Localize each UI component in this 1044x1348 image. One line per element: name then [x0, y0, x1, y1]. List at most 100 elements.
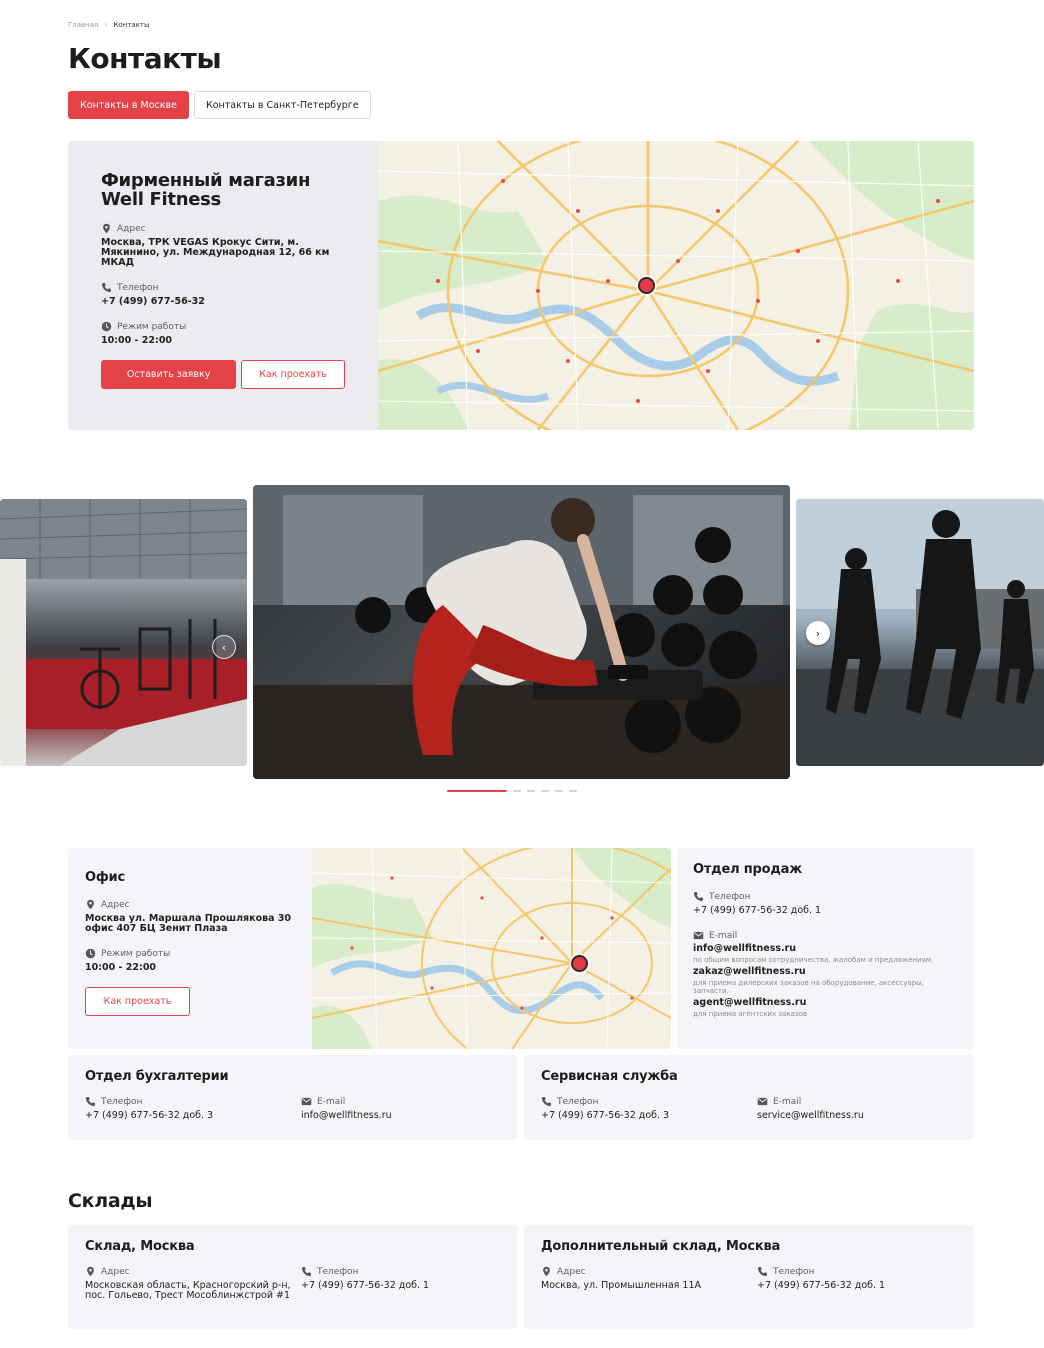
service-details: Телефон +7 (499) 677-56-32 доб. 3 E-mail…: [541, 1096, 957, 1121]
accounting-email-label: E-mail: [317, 1096, 346, 1107]
location-pin-icon: [85, 1266, 96, 1277]
location-pin-icon: [541, 1266, 552, 1277]
gallery-dot-5[interactable]: [555, 790, 563, 792]
gallery-slide-next[interactable]: ›: [796, 499, 1044, 766]
warehouse-extra-phone-label: Телефон: [773, 1266, 815, 1277]
warehouse-extra-card: Дополнительный склад, Москва Адрес Москв…: [524, 1225, 974, 1329]
service-email[interactable]: service@wellfitness.ru: [757, 1111, 864, 1121]
gallery-dot-1[interactable]: [447, 790, 507, 792]
service-phone-block: Телефон +7 (499) 677-56-32 доб. 3: [541, 1096, 757, 1121]
store-address-label: Адрес: [117, 223, 146, 234]
warehouse-main-phone[interactable]: +7 (499) 677-56-32 доб. 1: [301, 1281, 429, 1291]
accounting-phone-label-row: Телефон: [85, 1096, 301, 1107]
phone-icon: [301, 1266, 312, 1277]
request-button[interactable]: Оставить заявку: [101, 360, 237, 389]
warehouse-extra-details: Адрес Москва, ул. Промышленная 11А Телеф…: [541, 1266, 957, 1291]
showroom-illustration: [0, 499, 247, 766]
store-hours-label-row: Режим работы: [101, 321, 345, 332]
store-map[interactable]: [378, 141, 974, 430]
gallery-next-button[interactable]: ›: [806, 621, 830, 645]
clock-icon: [101, 321, 112, 332]
outdoor-training-illustration: [796, 499, 1044, 766]
breadcrumb-current: Контакты: [113, 20, 150, 29]
store-phone-label-row: Телефон: [101, 282, 345, 293]
gallery-slide-active[interactable]: [253, 485, 790, 779]
office-info: Офис Адрес Москва ул. Маршала Прошлякова…: [68, 848, 312, 1049]
sales-phone[interactable]: +7 (499) 677-56-32 доб. 1: [693, 906, 958, 916]
gallery-prev-button[interactable]: ‹: [212, 635, 236, 659]
tab-saint-petersburg[interactable]: Контакты в Санкт-Петербурге: [193, 91, 371, 119]
mail-icon: [693, 930, 704, 941]
gallery-dot-6[interactable]: [569, 790, 577, 792]
warehouse-main-details: Адрес Московская область, Красногорский …: [85, 1266, 501, 1301]
service-email-label: E-mail: [773, 1096, 802, 1107]
breadcrumb-home[interactable]: Главная: [68, 21, 98, 29]
photo-gallery: ‹ ›: [0, 485, 1044, 792]
warehouse-main-phone-block: Телефон +7 (499) 677-56-32 доб. 1: [301, 1266, 429, 1301]
warehouse-extra-address-label: Адрес: [557, 1266, 586, 1277]
office-hours-label-row: Режим работы: [85, 948, 295, 959]
service-email-label-row: E-mail: [757, 1096, 864, 1107]
accounting-email-label-row: E-mail: [301, 1096, 392, 1107]
phone-icon: [757, 1266, 768, 1277]
map-background: [312, 848, 671, 1049]
route-button[interactable]: Как проехать: [241, 360, 345, 389]
warehouse-main-address-label: Адрес: [101, 1266, 130, 1277]
store-map-pin[interactable]: [638, 277, 655, 294]
office-map-pin[interactable]: [571, 955, 588, 972]
service-phone[interactable]: +7 (499) 677-56-32 доб. 3: [541, 1111, 757, 1121]
location-pin-icon: [101, 223, 112, 234]
sales-email-2-note: для приема дилерских заказов на оборудов…: [693, 979, 924, 995]
service-title: Сервисная служба: [541, 1069, 678, 1084]
office-title: Офис: [85, 870, 125, 885]
warehouse-main-address-block: Адрес Московская область, Красногорский …: [85, 1266, 301, 1301]
gallery-dot-3[interactable]: [527, 790, 535, 792]
accounting-details: Телефон +7 (499) 677-56-32 доб. 3 E-mail…: [85, 1096, 501, 1121]
chevron-right-icon: ›: [815, 626, 821, 640]
gallery-slide-previous[interactable]: ‹: [0, 499, 247, 766]
store-phone-label: Телефон: [117, 282, 159, 293]
warehouse-extra-phone[interactable]: +7 (499) 677-56-32 доб. 1: [757, 1281, 885, 1291]
store-address-label-row: Адрес: [101, 223, 345, 234]
accounting-phone-block: Телефон +7 (499) 677-56-32 доб. 3: [85, 1096, 301, 1121]
sales-email-3[interactable]: agent@wellfitness.ru: [693, 998, 958, 1008]
store-hours-label: Режим работы: [117, 321, 187, 332]
accounting-email[interactable]: info@wellfitness.ru: [301, 1111, 392, 1121]
accounting-phone-label: Телефон: [101, 1096, 143, 1107]
store-info: Фирменный магазин Well Fitness Адрес Мос…: [68, 141, 378, 430]
warehouse-extra-phone-label-row: Телефон: [757, 1266, 885, 1277]
office-map[interactable]: [312, 848, 671, 1049]
office-card: Офис Адрес Москва ул. Маршала Прошлякова…: [68, 848, 671, 1049]
service-email-block: E-mail service@wellfitness.ru: [757, 1096, 864, 1121]
phone-icon: [541, 1096, 552, 1107]
office-hours-label: Режим работы: [101, 948, 171, 959]
map-background: [378, 141, 974, 430]
page-title: Контакты: [68, 42, 222, 75]
sales-email-2[interactable]: zakaz@wellfitness.ru: [693, 967, 958, 977]
warehouse-extra-phone-block: Телефон +7 (499) 677-56-32 доб. 1: [757, 1266, 885, 1291]
warehouse-main-card: Склад, Москва Адрес Московская область, …: [68, 1225, 518, 1329]
warehouse-main-phone-label: Телефон: [317, 1266, 359, 1277]
warehouse-main-address-label-row: Адрес: [85, 1266, 301, 1277]
office-route-button[interactable]: Как проехать: [85, 987, 190, 1016]
gallery-dot-2[interactable]: [513, 790, 521, 792]
sales-email-label: E-mail: [709, 930, 738, 941]
accounting-title: Отдел бухгалтерии: [85, 1069, 229, 1084]
breadcrumb-separator-icon: ›: [104, 20, 108, 29]
clock-icon: [85, 948, 96, 959]
warehouses-title: Склады: [68, 1190, 153, 1212]
accounting-phone[interactable]: +7 (499) 677-56-32 доб. 3: [85, 1111, 301, 1121]
sales-email-3-note: для приема агентских заказов: [693, 1010, 808, 1018]
accounting-card: Отдел бухгалтерии Телефон +7 (499) 677-5…: [68, 1055, 518, 1140]
warehouse-extra-address: Москва, ул. Промышленная 11А: [541, 1280, 701, 1291]
office-hours: 10:00 - 22:00: [85, 962, 157, 973]
sales-title: Отдел продаж: [693, 862, 802, 877]
tab-moscow[interactable]: Контакты в Москве: [68, 91, 189, 119]
sales-email-1[interactable]: info@wellfitness.ru: [693, 944, 958, 954]
gym-illustration: [253, 485, 790, 779]
chevron-left-icon: ‹: [221, 640, 227, 654]
breadcrumb: Главная › Контакты: [68, 20, 149, 29]
service-phone-label-row: Телефон: [541, 1096, 757, 1107]
store-phone[interactable]: +7 (499) 677-56-32: [101, 297, 345, 307]
gallery-dot-4[interactable]: [541, 790, 549, 792]
